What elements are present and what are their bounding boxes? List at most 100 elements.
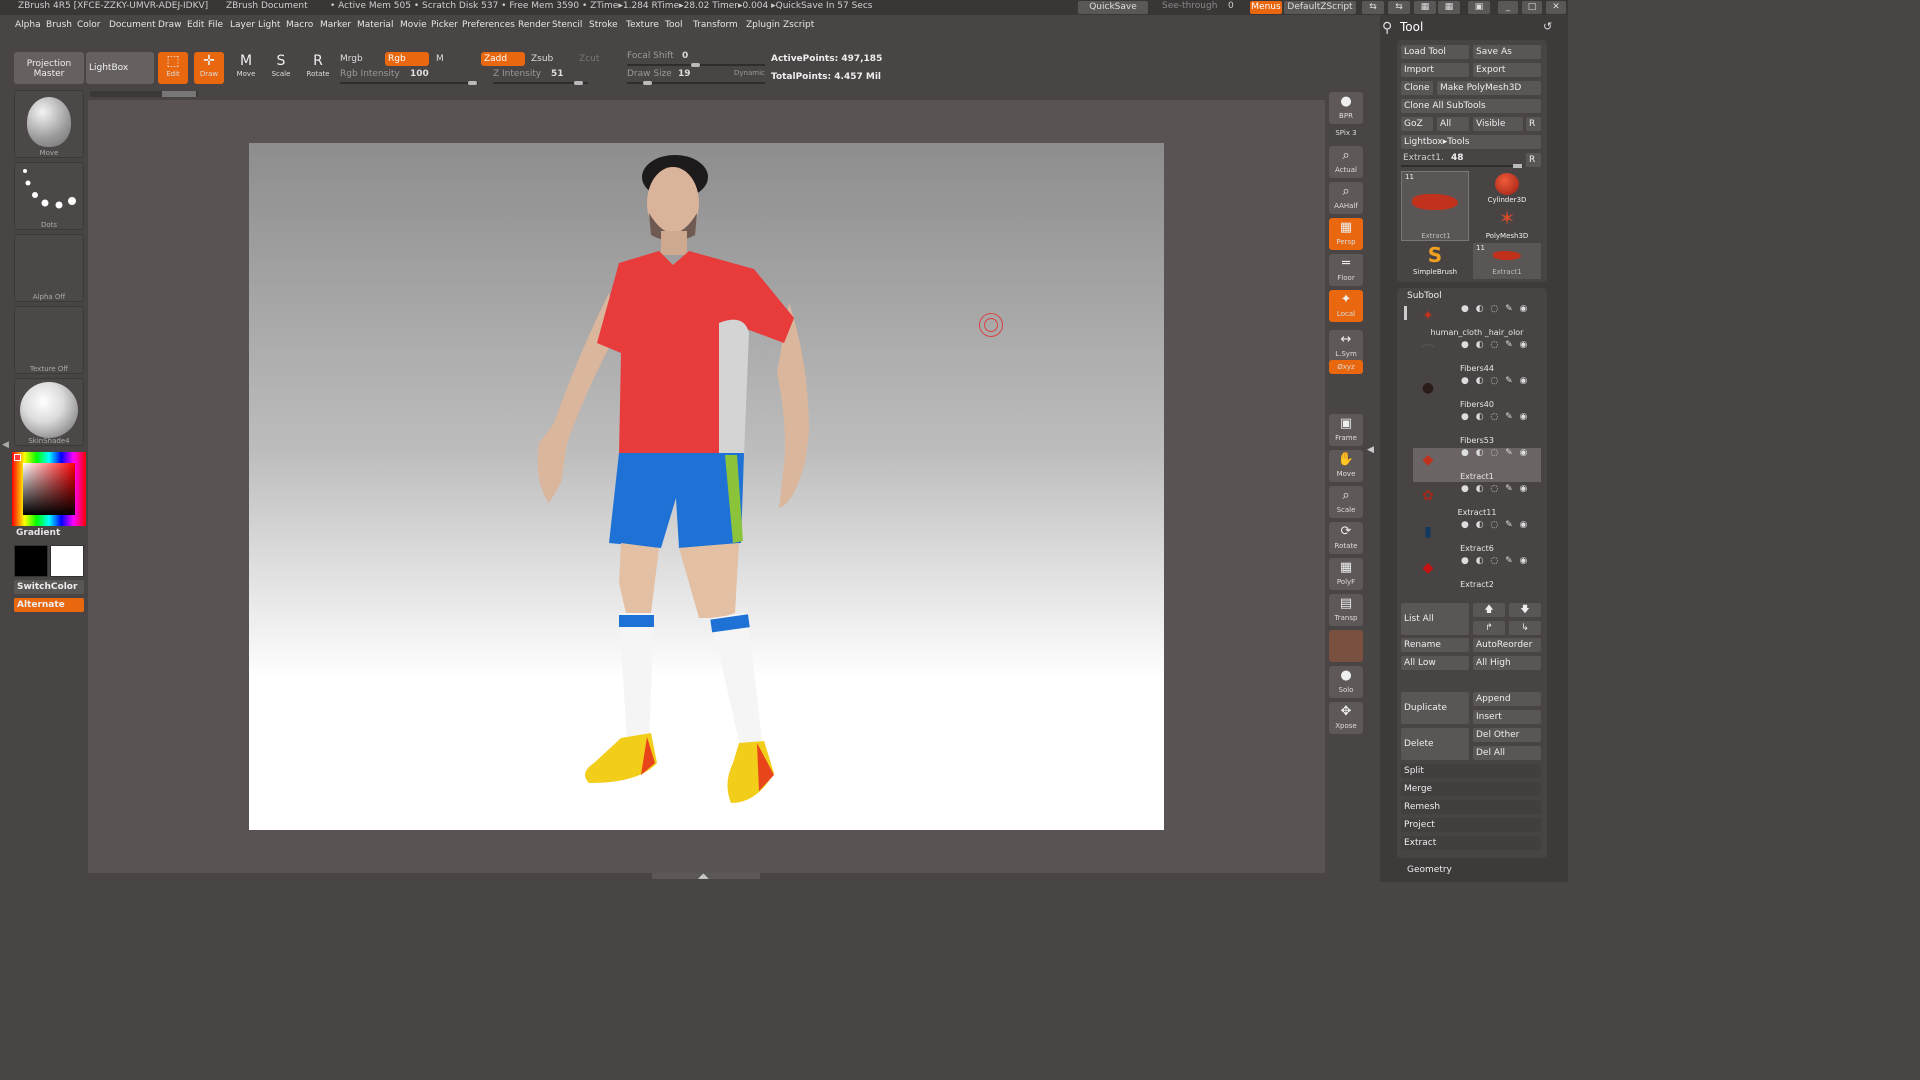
goz-button[interactable]: GoZ [1401,117,1433,131]
import-button[interactable]: Import [1401,63,1469,77]
shelf-rotate-button[interactable]: ⟳ Rotate [1329,522,1363,554]
layout2-icon[interactable]: ▦ [1438,1,1460,14]
script-button[interactable]: DefaultZScript [1284,1,1356,14]
subtool-item[interactable]: ✿ ● ◐ ◌ ✎ ◉ Extract11 [1413,484,1541,518]
z-intensity-slider[interactable]: Z Intensity 51 [493,69,593,85]
subtool-item[interactable]: ∫ ● ◐ ◌ ✎ ◉ Fibers53 [1413,412,1541,446]
menu-item[interactable]: Movie [400,20,427,30]
remesh-menu[interactable]: Remesh [1401,800,1541,814]
project-menu[interactable]: Project [1401,818,1541,832]
swap-icon[interactable]: ⇆ [1362,1,1384,14]
subtool-visibility-icon[interactable]: ● ◐ ◌ ✎ ◉ [1461,556,1529,566]
brush-thumbnail[interactable]: Move [14,90,84,158]
split-menu[interactable]: Split [1401,764,1541,778]
quicksave-button[interactable]: QuickSave [1078,1,1148,14]
draw-size-slider[interactable]: Draw Size 19 Dynamic [627,69,767,85]
switchcolor-button[interactable]: SwitchColor [14,580,84,594]
close-icon[interactable]: ✕ [1546,1,1566,14]
menu-item[interactable]: Draw [158,20,182,30]
lightbox-tools-button[interactable]: Lightbox▸Tools [1401,135,1541,149]
move-next-icon[interactable]: ↳ [1509,621,1541,635]
shelf-solo-button[interactable]: ● Solo [1329,666,1363,698]
alternate-button[interactable]: Alternate [14,598,84,612]
shelf-lsym-button[interactable]: ↔ L.Sym [1329,330,1363,362]
mrgb-button[interactable]: Mrgb [340,54,363,64]
shelf-disabled-button[interactable] [1329,630,1363,662]
subtool-item[interactable]: ◆ ● ◐ ◌ ✎ ◉ Extract2 [1413,556,1541,590]
menu-item[interactable]: Stencil [552,20,582,30]
goz-r-button[interactable]: R [1526,117,1541,131]
menu-item[interactable]: Brush [46,20,72,30]
menu-item[interactable]: Document [109,20,156,30]
insert-button[interactable]: Insert [1473,710,1541,724]
subtool-visibility-icon[interactable]: ● ◐ ◌ ✎ ◉ [1461,304,1529,314]
shelf-actual-button[interactable]: ⌕ Actual [1329,146,1363,178]
subtool-item[interactable]: ▮ ● ◐ ◌ ✎ ◉ Extract6 [1413,520,1541,554]
menu-item[interactable]: Color [77,20,101,30]
subtool-visibility-icon[interactable]: ● ◐ ◌ ✎ ◉ [1461,448,1529,458]
tool-thumb-simplebrush[interactable]: S SimpleBrush [1401,243,1469,279]
shelf-local-button[interactable]: ✦ Local [1329,290,1363,322]
current-tool-slider[interactable]: Extract1. 48 [1401,152,1523,168]
goz-visible-button[interactable]: Visible [1473,117,1523,131]
secondary-color-swatch[interactable] [50,545,84,577]
geometry-subpalette[interactable]: Geometry [1407,865,1452,875]
menu-item[interactable]: Alpha [15,20,41,30]
make-polymesh-button[interactable]: Make PolyMesh3D [1437,81,1541,95]
tool-thumb-extract1-b[interactable]: 11 Extract1 [1473,243,1541,279]
append-button[interactable]: Append [1473,692,1541,706]
scale-button[interactable]: S Scale [266,52,296,84]
shelf-bpr-button[interactable]: ● BPR [1329,92,1363,124]
menus-button[interactable]: Menus [1250,1,1282,14]
subtool-visibility-icon[interactable]: ● ◐ ◌ ✎ ◉ [1461,412,1529,422]
color-picker[interactable] [12,452,86,526]
bottom-scroll[interactable]: ◢◣ [652,872,760,880]
rgb-intensity-knob[interactable] [468,81,477,85]
menu-item[interactable]: Texture [626,20,659,30]
list-all-button[interactable]: List All [1401,603,1469,635]
menu-item[interactable]: File [208,20,223,30]
z-intensity-knob[interactable] [574,81,583,85]
menu-item[interactable]: Picker [431,20,458,30]
menu-item[interactable]: Transform [693,20,738,30]
projection-master-button[interactable]: Projection Master [14,52,84,84]
export-button[interactable]: Export [1473,63,1541,77]
subtool-item[interactable]: ⌒ ● ◐ ◌ ✎ ◉ Fibers44 [1413,340,1541,374]
subtool-scrollbar[interactable] [1404,306,1407,320]
pin-icon[interactable]: ⚲ [1382,20,1392,36]
minimize-icon[interactable]: _ [1498,1,1518,14]
shelf-frame-button[interactable]: ▣ Frame [1329,414,1363,446]
load-tool-button[interactable]: Load Tool [1401,45,1469,59]
swap2-icon[interactable]: ⇆ [1388,1,1410,14]
zadd-button[interactable]: Zadd [481,52,525,66]
focal-shift-knob[interactable] [691,63,700,67]
shelf-scroll[interactable] [90,91,198,97]
menu-item[interactable]: Render [518,20,550,30]
clone-button[interactable]: Clone [1401,81,1433,95]
shelf-scale-button[interactable]: ⌕ Scale [1329,486,1363,518]
right-tray-arrow-icon[interactable]: ◀ [1367,445,1374,455]
left-tray-arrow-icon[interactable]: ◀ [2,440,9,450]
menu-item[interactable]: Edit [187,20,204,30]
maximize-icon[interactable]: □ [1522,1,1542,14]
all-low-button[interactable]: All Low [1401,656,1469,670]
edit-button[interactable]: ⬚ Edit [158,52,188,84]
subtool-visibility-icon[interactable]: ● ◐ ◌ ✎ ◉ [1461,376,1529,386]
shelf-transp-button[interactable]: ▤ Transp [1329,594,1363,626]
shelf-floor-button[interactable]: ═ Floor [1329,254,1363,286]
menu-item[interactable]: Layer [230,20,255,30]
gradient-label[interactable]: Gradient [16,528,60,538]
move-up-icon[interactable]: 🡅 [1473,603,1505,617]
rgb-intensity-slider[interactable]: Rgb Intensity 100 [340,69,480,85]
shelf-spix-button[interactable]: SPix 3 [1329,126,1363,140]
shelf-polyf-button[interactable]: ▦ PolyF [1329,558,1363,590]
menu-item[interactable]: Marker [320,20,351,30]
menu-item[interactable]: Material [357,20,394,30]
current-tool-knob[interactable] [1513,164,1522,168]
subtool-item[interactable]: ◆ ● ◐ ◌ ✎ ◉ Extract1 [1413,448,1541,482]
all-high-button[interactable]: All High [1473,656,1541,670]
texture-thumbnail[interactable]: Texture Off [14,306,84,374]
tool-thumb-polymesh3d[interactable]: ✶ PolyMesh3D [1473,207,1541,241]
menu-item[interactable]: Preferences [462,20,515,30]
focal-shift-slider[interactable]: Focal Shift 0 [627,51,767,67]
